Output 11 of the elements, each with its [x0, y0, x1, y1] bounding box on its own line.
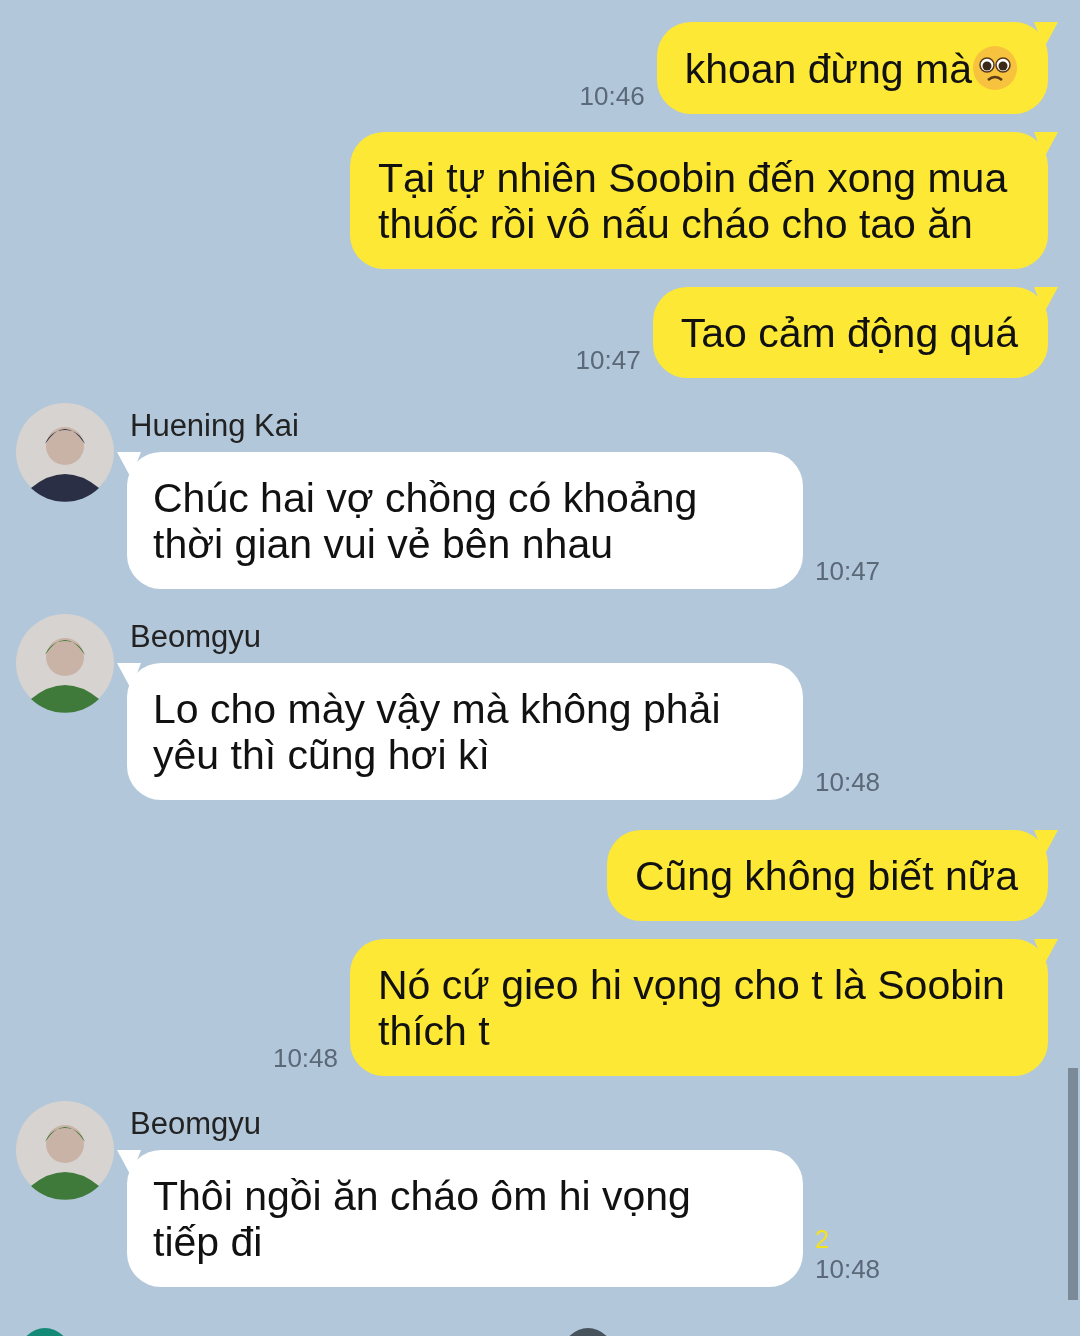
sender-name: Beomgyu	[130, 619, 262, 655]
sender-name: Beomgyu	[130, 1106, 262, 1142]
scrollbar[interactable]	[1068, 1068, 1078, 1300]
message-time: 10:48	[272, 1043, 338, 1074]
message-time: 10:47	[815, 556, 881, 587]
unread-count: 2	[815, 1225, 829, 1254]
message-time: 10:46	[579, 81, 645, 112]
sender-name: Huening Kai	[130, 408, 300, 444]
message-time: 10:47	[575, 345, 641, 376]
message-time: 10:48	[815, 767, 881, 798]
message-time: 10:48	[815, 1254, 881, 1285]
